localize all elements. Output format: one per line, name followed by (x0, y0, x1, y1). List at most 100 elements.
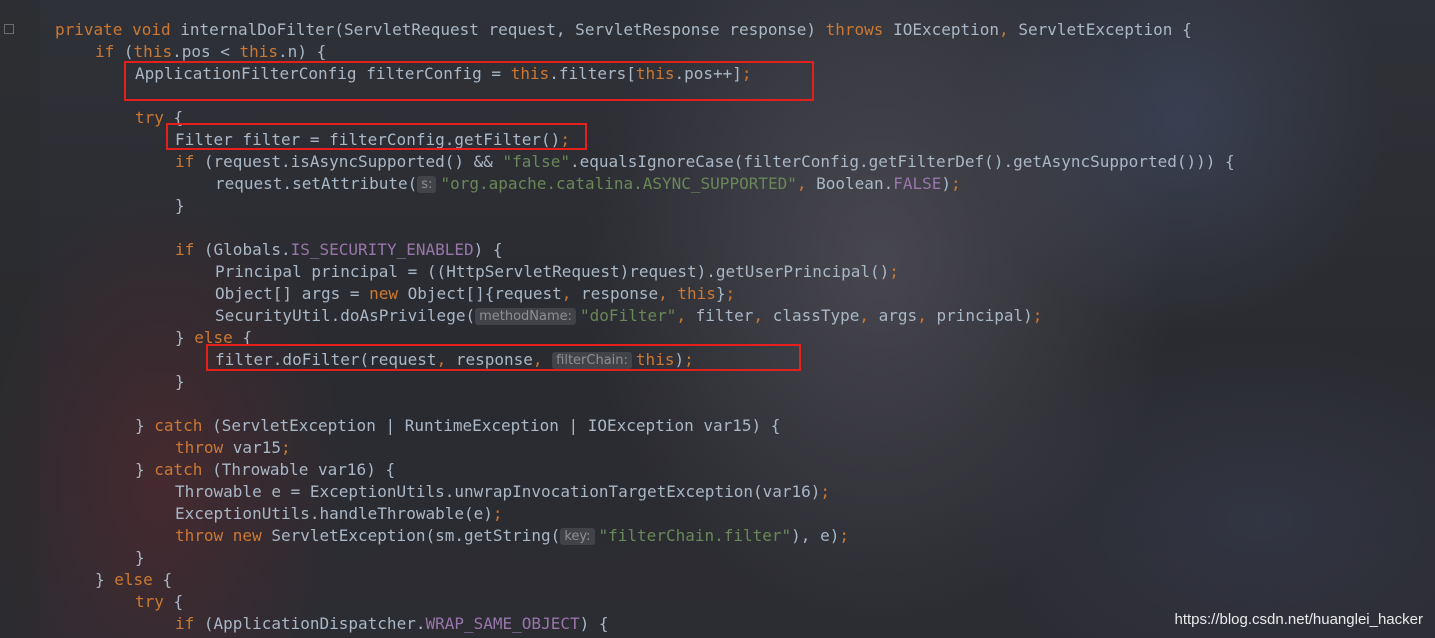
code-token: principal) (936, 306, 1033, 325)
code-line[interactable]: throw var15; (175, 437, 291, 459)
code-token: if (175, 240, 204, 259)
code-token: Throwable e = ExceptionUtils.unwrapInvoc… (175, 482, 821, 501)
code-token: { (162, 570, 173, 589)
code-token: } (715, 284, 726, 303)
code-token: IOException (893, 20, 1000, 39)
code-token: ; (725, 284, 736, 303)
code-token: ; (280, 438, 291, 457)
code-token: , (561, 284, 582, 303)
code-token: SecurityUtil.doAsPrivilege( (215, 306, 476, 325)
watermark: https://blog.csdn.net/huanglei_hacker (1174, 611, 1423, 628)
code-token: WRAP_SAME_OBJECT (425, 614, 580, 633)
highlight-box-getfilter (166, 123, 587, 150)
code-token: } (95, 570, 115, 589)
code-token: if (175, 152, 204, 171)
code-token: , this (658, 284, 716, 303)
code-token: .n) { (278, 42, 327, 61)
code-token: throws (825, 20, 894, 39)
code-token: args (878, 306, 918, 325)
code-token: new (369, 284, 408, 303)
code-token: catch (154, 460, 213, 479)
code-line[interactable]: private void internalDoFilter(ServletReq… (55, 19, 1192, 41)
code-token: } (175, 372, 185, 391)
code-line[interactable]: } (175, 195, 185, 217)
code-token: throw (175, 438, 233, 457)
code-token: , (999, 20, 1019, 39)
code-token: ), e) (791, 526, 840, 545)
code-line[interactable]: } catch (ServletException | RuntimeExcep… (135, 415, 780, 437)
code-token: ExceptionUtils.handleThrowable(e) (175, 504, 493, 523)
code-token: (ApplicationDispatcher. (203, 614, 426, 633)
code-token: internalDoFilter(ServletRequest request,… (180, 20, 826, 39)
code-token: (request.isAsyncSupported() && (203, 152, 503, 171)
code-token: var15 (232, 438, 281, 457)
code-token: } (175, 328, 195, 347)
code-token: ; (492, 504, 503, 523)
code-token: filter (695, 306, 754, 325)
highlight-box-filterconfig (124, 61, 814, 101)
code-token: .pos < (172, 42, 240, 61)
code-token: ; (820, 482, 831, 501)
code-token: ) { (473, 240, 503, 259)
code-token: else (114, 570, 163, 589)
code-token: classType (772, 306, 860, 325)
code-token: } (135, 548, 145, 567)
code-line[interactable]: Throwable e = ExceptionUtils.unwrapInvoc… (175, 481, 830, 503)
code-token: "false" (502, 152, 570, 171)
code-token: FALSE (893, 174, 942, 193)
code-token: } (135, 460, 155, 479)
code-line[interactable]: if (request.isAsyncSupported() && "false… (175, 151, 1235, 173)
code-token: private void (55, 20, 181, 39)
code-token: if (95, 42, 124, 61)
code-token: , (796, 174, 817, 193)
code-line[interactable]: if (this.pos < this.n) { (95, 41, 326, 63)
code-token: Boolean. (816, 174, 894, 193)
code-token: ServletException(sm.getString( (271, 526, 561, 545)
code-token: ; (889, 262, 899, 281)
code-token: , (753, 306, 773, 325)
code-token: (Throwable var16) { (212, 460, 396, 479)
parameter-hint: s: (417, 176, 437, 193)
code-token: IS_SECURITY_ENABLED (290, 240, 474, 259)
code-token: ; (839, 526, 849, 545)
code-token: Object[]{request (407, 284, 562, 303)
code-token: try (135, 592, 174, 611)
code-line[interactable]: request.setAttribute(s: "org.apache.catal… (215, 173, 961, 195)
code-token: ) (941, 174, 952, 193)
highlight-box-dofilter (206, 344, 801, 371)
parameter-hint: key: (560, 528, 595, 545)
code-token: } (135, 416, 155, 435)
code-line[interactable]: if (Globals.IS_SECURITY_ENABLED) { (175, 239, 503, 261)
code-token: "org.apache.catalina.ASYNC_SUPPORTED" (440, 174, 797, 193)
code-line[interactable]: throw new ServletException(sm.getString(… (175, 525, 849, 547)
code-token: throw new (175, 526, 272, 545)
code-token: (Globals. (203, 240, 291, 259)
code-token: Object[] args = (215, 284, 370, 303)
code-line[interactable]: try { (135, 591, 183, 613)
code-token: } (175, 196, 185, 215)
code-token: this (239, 42, 279, 61)
parameter-hint: methodName: (475, 308, 577, 325)
code-token: catch (154, 416, 213, 435)
code-line[interactable]: SecurityUtil.doAsPrivilege(methodName: "d… (215, 305, 1042, 327)
code-token: ; (1032, 306, 1043, 325)
code-token: , (676, 306, 696, 325)
code-token: Principal principal = ((HttpServletReque… (215, 262, 890, 281)
code-token: "doFilter" (580, 306, 677, 325)
code-line[interactable]: ExceptionUtils.handleThrowable(e); (175, 503, 503, 525)
code-token: if (175, 614, 204, 633)
code-token: request.setAttribute( (215, 174, 418, 193)
code-line[interactable]: } else { (95, 569, 172, 591)
code-line[interactable]: } (175, 371, 185, 393)
code-token: response (581, 284, 659, 303)
code-line[interactable]: Object[] args = new Object[]{request, re… (215, 283, 735, 305)
code-token: ) { (579, 614, 609, 633)
code-line[interactable]: Principal principal = ((HttpServletReque… (215, 261, 899, 283)
code-token: , (917, 306, 937, 325)
code-token: , (859, 306, 879, 325)
code-token: (ServletException | RuntimeException | I… (212, 416, 781, 435)
code-token: this (133, 42, 173, 61)
code-line[interactable]: if (ApplicationDispatcher.WRAP_SAME_OBJE… (175, 613, 609, 635)
code-line[interactable]: } catch (Throwable var16) { (135, 459, 395, 481)
code-line[interactable]: } (135, 547, 145, 569)
